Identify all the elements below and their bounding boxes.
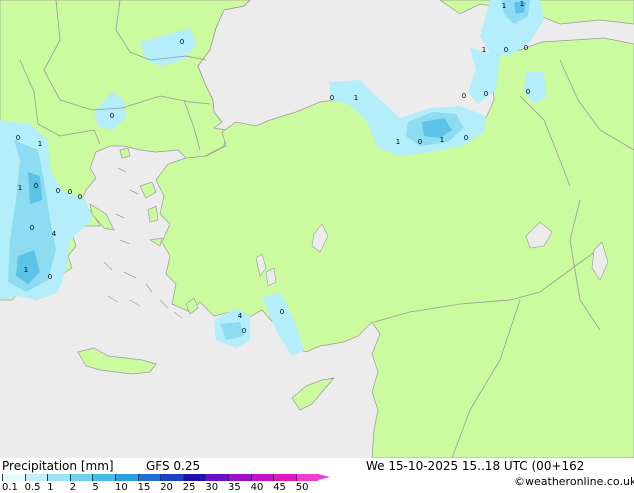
scale-swatch	[182, 474, 206, 481]
map-point-label: 0	[484, 90, 488, 98]
scale-tick-label: 45	[273, 482, 286, 493]
map-point-label: 0	[280, 308, 284, 316]
scale-tick-label: 0.1	[2, 482, 18, 493]
map-point-label: 0	[504, 46, 508, 54]
scale-tick-label: 2	[69, 482, 77, 493]
scale-tick-label: 15	[137, 482, 151, 493]
scale-swatch	[24, 474, 48, 481]
map-point-label: 1	[440, 136, 444, 144]
scale-tick-label: 35	[228, 482, 241, 493]
map-point-label: 1	[354, 94, 358, 102]
map-point-label: 1	[38, 140, 42, 148]
map-point-label: 0	[526, 88, 530, 96]
map-point-label: 0	[56, 187, 60, 195]
model-name: GFS 0.25	[146, 459, 201, 473]
map-point-label: 0	[48, 273, 52, 281]
map-point-label: 0	[242, 327, 246, 335]
map-point-label: 0	[110, 112, 114, 120]
scale-swatch	[69, 474, 93, 481]
scale-swatch	[137, 474, 161, 481]
map-point-label: 0	[462, 92, 466, 100]
site-credit: ©weatheronline.co.uk	[514, 475, 634, 488]
map-point-label: 0	[330, 94, 334, 102]
map-point-label: 1	[482, 46, 486, 54]
scale-swatch	[205, 474, 228, 481]
scale-tick-label: 0.5	[24, 482, 41, 493]
map-point-label: 1	[520, 0, 524, 8]
map-point-label: 0	[524, 44, 528, 52]
chart-title: Precipitation [mm]	[2, 459, 114, 473]
map-point-label: 0	[68, 188, 72, 196]
precipitation-map: 01 11 0 000 00 11 0 1 000100004100041 0	[0, 0, 634, 458]
scale-tick-label: 25	[182, 482, 196, 493]
scale-swatch	[295, 474, 319, 481]
scale-arrow-tip	[318, 474, 331, 480]
scale-tick-label: 5	[92, 482, 99, 493]
scale-swatch	[47, 474, 70, 481]
map-point-label: 4	[238, 312, 243, 320]
scale-tick-label: 1	[47, 482, 54, 493]
map-point-label: 1	[24, 266, 28, 274]
scale-swatch	[92, 474, 115, 481]
scale-swatch	[115, 474, 138, 481]
map-point-label: 1	[18, 184, 22, 192]
map-point-label: 4	[52, 230, 57, 238]
weather-map-figure: 011100000011010001000041000410 Precipita…	[0, 0, 634, 493]
map-point-label: 0	[78, 193, 82, 201]
scale-swatch	[250, 474, 274, 481]
map-point-label: 0	[418, 138, 422, 146]
scale-swatch	[228, 474, 251, 481]
scale-swatch	[160, 474, 183, 481]
map-point-label: 0	[16, 134, 20, 142]
scale-tick-label: 10	[115, 482, 128, 493]
land-thasos	[119, 147, 131, 159]
scale-swatch	[2, 474, 25, 481]
scale-tick-label: 40	[250, 482, 264, 493]
map-point-label: 0	[30, 224, 34, 232]
map-point-label: 1	[396, 138, 400, 146]
scale-swatch	[273, 474, 296, 481]
map-point-label: 0	[464, 134, 468, 142]
scale-tick-label: 50	[295, 482, 309, 493]
map-point-label: 1	[502, 2, 506, 10]
valid-datetime: We 15-10-2025 15..18 UTC (00+162	[366, 459, 585, 473]
scale-tick-label: 20	[160, 482, 173, 493]
scale-tick-label: 30	[205, 482, 219, 493]
map-point-label: 0	[34, 182, 38, 190]
map-point-label: 0	[180, 38, 184, 46]
